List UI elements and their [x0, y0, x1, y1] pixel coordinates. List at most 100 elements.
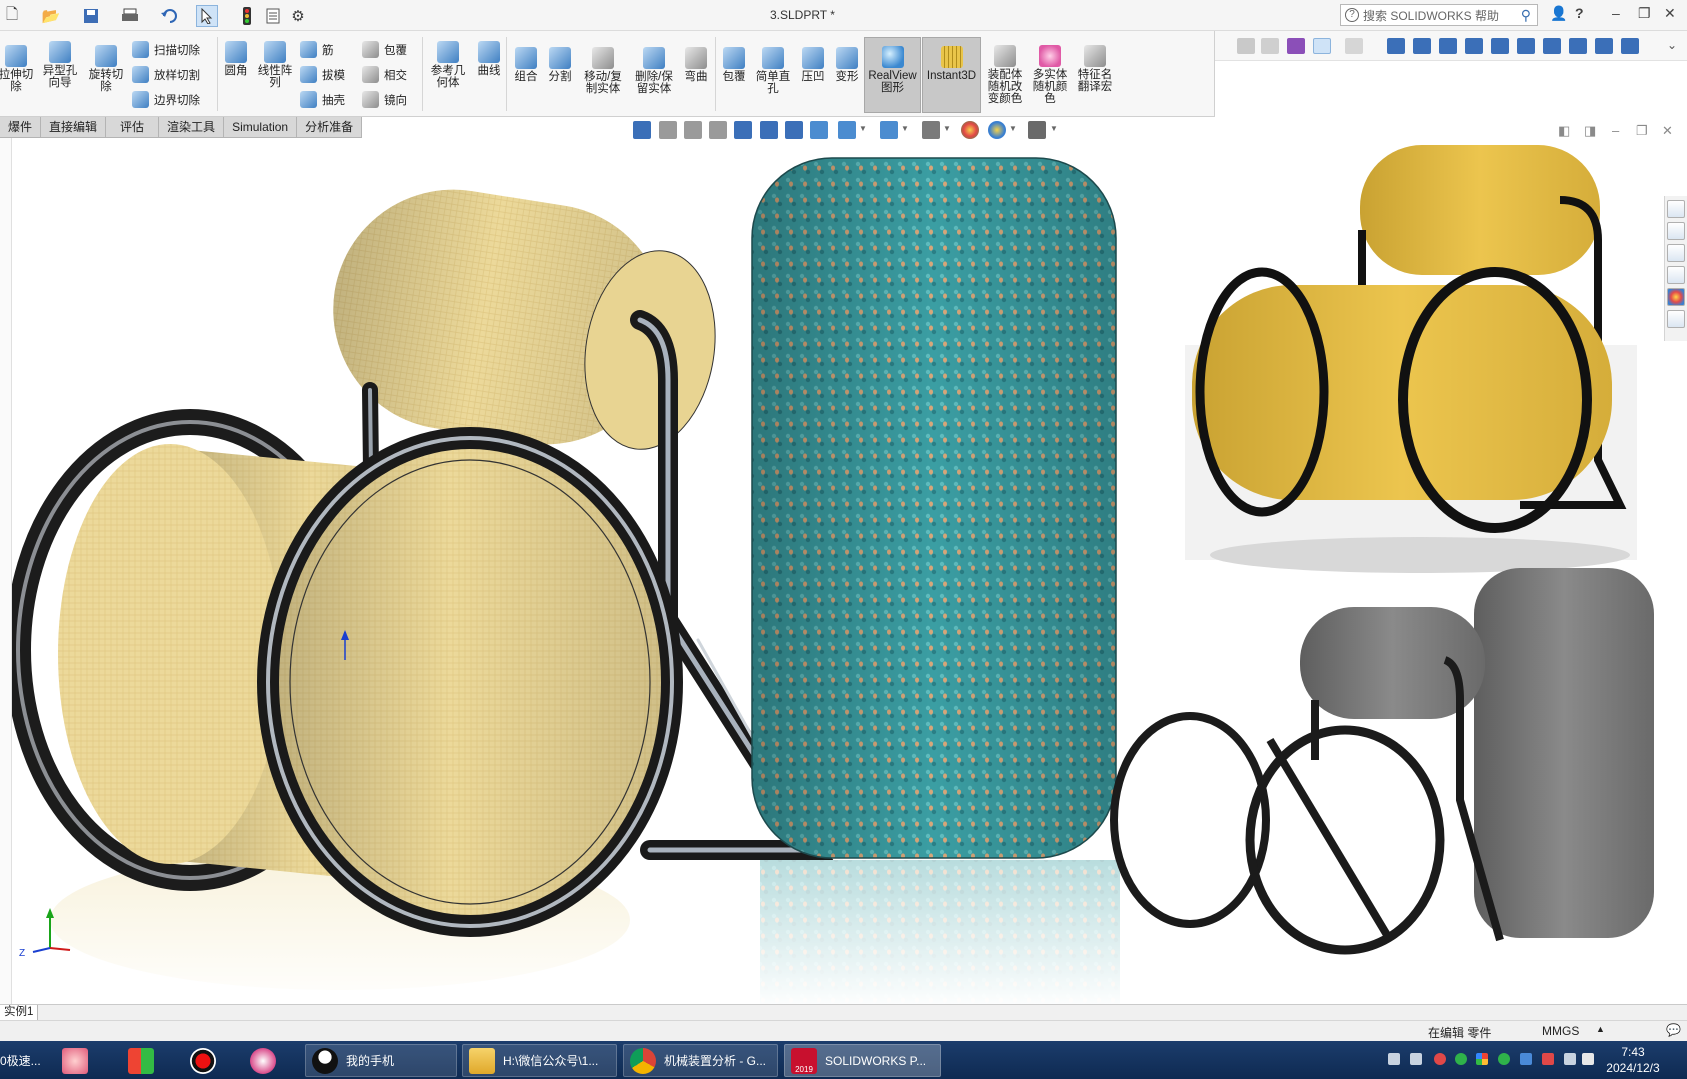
- chevron-down-icon[interactable]: ⌄: [1667, 38, 1677, 52]
- edit-appearance-icon[interactable]: [880, 121, 898, 139]
- file-properties-icon[interactable]: [264, 5, 282, 27]
- wrap-button[interactable]: 包覆: [719, 47, 749, 83]
- display-style-icon[interactable]: [785, 121, 803, 139]
- file-explorer-icon[interactable]: [1667, 244, 1685, 262]
- taskbar-photo-app[interactable]: [62, 1044, 98, 1077]
- assembly-color-button[interactable]: 装配体 随机改 变颜色: [984, 45, 1026, 105]
- split-button[interactable]: 分割: [545, 47, 575, 83]
- minimize-window-icon[interactable]: –: [1612, 5, 1620, 21]
- home-icon[interactable]: [1667, 200, 1685, 218]
- monitor-icon[interactable]: [1028, 121, 1046, 139]
- hide-show-icon[interactable]: [838, 121, 856, 139]
- tray-volume-icon[interactable]: [1564, 1053, 1576, 1065]
- filter-icon[interactable]: [1237, 38, 1255, 54]
- rib-button[interactable]: 筋: [300, 41, 334, 58]
- deform-button[interactable]: 变形: [832, 47, 862, 83]
- scene-icon[interactable]: [922, 121, 940, 139]
- tray-qq-icon[interactable]: [1434, 1053, 1446, 1065]
- tray-ime-icon[interactable]: [1582, 1053, 1594, 1065]
- tray-network-icon[interactable]: [1410, 1053, 1422, 1065]
- view-orientation-icon[interactable]: [760, 121, 778, 139]
- taskbar-speed-item[interactable]: 0极速...: [0, 1044, 46, 1077]
- instant3d-button[interactable]: Instant3D: [922, 37, 981, 113]
- tray-cloud-icon[interactable]: [1520, 1053, 1532, 1065]
- tile-right-icon[interactable]: ◨: [1584, 123, 1596, 139]
- tray-keyboard-icon[interactable]: [1388, 1053, 1400, 1065]
- view-settings-icon[interactable]: [988, 121, 1006, 139]
- taskbar-solidworks[interactable]: 2019 SOLIDWORKS P...: [784, 1044, 941, 1077]
- shell-button[interactable]: 抽壳: [300, 91, 345, 108]
- draft-button[interactable]: 拔模: [300, 66, 345, 83]
- taskbar-recorder-app[interactable]: [190, 1044, 226, 1077]
- delete-keep-body-button[interactable]: 删除/保 留实体: [631, 47, 677, 95]
- shaded-cube-icon[interactable]: [810, 121, 828, 139]
- simple-hole-button[interactable]: 简单直 孔: [752, 47, 794, 95]
- snap-line-icon[interactable]: [1413, 38, 1431, 54]
- taskbar-windows-app[interactable]: [128, 1044, 164, 1077]
- indent-button[interactable]: 压凹: [798, 47, 828, 83]
- curves-button[interactable]: 曲线: [474, 41, 504, 77]
- select-pointer-icon[interactable]: [196, 5, 218, 27]
- tab-render-tools[interactable]: 渲染工具: [159, 117, 225, 138]
- snap-edge-icon[interactable]: [1595, 38, 1613, 54]
- snap-plane-icon[interactable]: [1543, 38, 1561, 54]
- cut-extrude-button[interactable]: 拉伸切 除: [0, 45, 36, 93]
- design-library-icon[interactable]: [1667, 222, 1685, 240]
- restore-window-icon[interactable]: ❐: [1638, 5, 1651, 22]
- tile-left-icon[interactable]: ◧: [1558, 123, 1570, 139]
- revolve-cut-button[interactable]: 旋转切 除: [86, 45, 126, 93]
- snap-vertex-icon[interactable]: [1569, 38, 1587, 54]
- lofted-cut-button[interactable]: 放样切割: [132, 66, 200, 83]
- apply-scene-icon[interactable]: [961, 121, 979, 139]
- realview-button[interactable]: RealView 图形: [864, 37, 921, 113]
- chevron-down-icon[interactable]: ▼: [901, 124, 909, 133]
- status-units[interactable]: MMGS: [1542, 1024, 1579, 1038]
- options-gear-icon[interactable]: ⚙: [288, 5, 308, 27]
- taskbar-clock[interactable]: 7:43 2024/12/3: [1598, 1044, 1668, 1076]
- wrap-small-button[interactable]: 包覆: [362, 41, 407, 58]
- open-folder-icon[interactable]: 📂: [40, 5, 62, 27]
- tab-analysis-prep[interactable]: 分析准备: [297, 117, 363, 138]
- move-copy-body-button[interactable]: 移动/复 制实体: [580, 47, 626, 95]
- previous-view-icon[interactable]: [684, 121, 702, 139]
- taskbar-snipping-app[interactable]: [250, 1044, 286, 1077]
- tray-color-icon[interactable]: [1476, 1053, 1488, 1065]
- chevron-down-icon[interactable]: ▼: [1050, 124, 1058, 133]
- ref-geometry-button[interactable]: 参考几 何体: [428, 41, 468, 89]
- snap-axis-icon[interactable]: [1517, 38, 1535, 54]
- close-window-icon[interactable]: ✕: [1664, 5, 1676, 22]
- restore-viewport-icon[interactable]: ❐: [1636, 123, 1648, 139]
- undo-icon[interactable]: [158, 5, 180, 27]
- combine-button[interactable]: 组合: [511, 47, 541, 83]
- chevron-down-icon[interactable]: ▼: [943, 124, 951, 133]
- close-viewport-icon[interactable]: ✕: [1662, 123, 1673, 139]
- tab-direct-edit[interactable]: 直接编辑: [41, 117, 107, 138]
- snap-solid-icon[interactable]: [1491, 38, 1509, 54]
- view-palette-icon[interactable]: [1667, 266, 1685, 284]
- traffic-light-icon[interactable]: [240, 5, 254, 27]
- chat-bubble-icon[interactable]: 💬: [1666, 1023, 1681, 1037]
- save-icon[interactable]: [80, 5, 102, 27]
- new-document-icon[interactable]: 🗋: [2, 5, 22, 27]
- help-search-field[interactable]: ? 搜索 SOLIDWORKS 帮助 ⚲: [1340, 4, 1538, 26]
- select-arrow-icon[interactable]: [1313, 38, 1331, 54]
- tray-green-icon[interactable]: [1455, 1053, 1467, 1065]
- feature-tree-collapsed-strip[interactable]: [0, 138, 12, 1008]
- appearances-icon[interactable]: [1667, 288, 1685, 306]
- graphics-area[interactable]: Z: [0, 138, 1687, 1010]
- taskbar-explorer[interactable]: H:\微信公众号\1...: [462, 1044, 617, 1077]
- flex-button[interactable]: 弯曲: [681, 47, 711, 83]
- chevron-down-icon[interactable]: ▼: [859, 124, 867, 133]
- user-account-icon[interactable]: 👤: [1550, 5, 1567, 22]
- snap-surface-icon[interactable]: [1465, 38, 1483, 54]
- snap-origin-icon[interactable]: [1621, 38, 1639, 54]
- mirror-button[interactable]: 镜向: [362, 91, 407, 108]
- taskbar-qq-phone[interactable]: 我的手机: [305, 1044, 457, 1077]
- model-tab-instance[interactable]: 实例1: [0, 1005, 39, 1021]
- body-color-button[interactable]: 多实体 随机颜 色: [1029, 45, 1071, 105]
- snap-face-icon[interactable]: [1439, 38, 1457, 54]
- zoom-area-icon[interactable]: [659, 121, 677, 139]
- filter-toggle-icon[interactable]: [1261, 38, 1279, 54]
- zoom-to-fit-icon[interactable]: [633, 121, 651, 139]
- tab-evaluate[interactable]: 评估: [106, 117, 160, 138]
